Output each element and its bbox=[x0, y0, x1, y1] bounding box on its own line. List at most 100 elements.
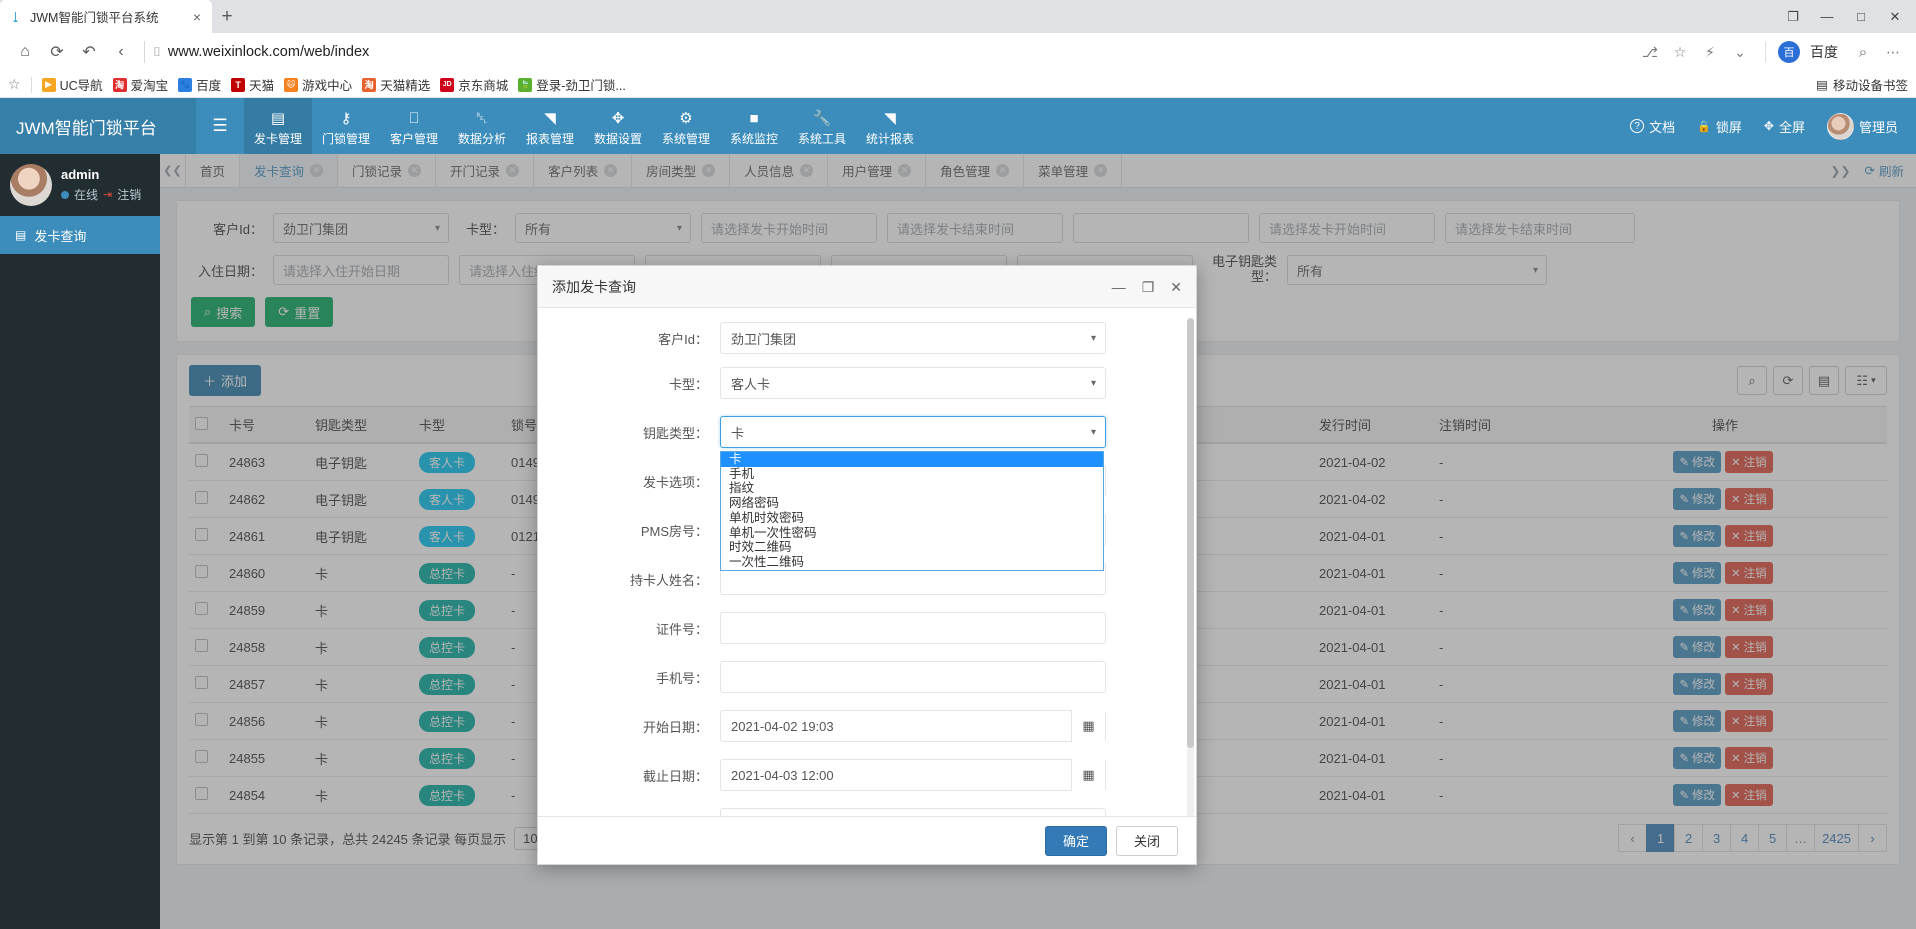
sidebar-status-label: 在线 bbox=[74, 188, 99, 202]
key-type-dropdown[interactable]: 卡 手机 指纹 网络密码 单机时效密码 单机一次性密码 时效二维码 一次性二维码 bbox=[720, 451, 1104, 571]
issue-option-label: 发卡选项： bbox=[642, 474, 708, 490]
dropdown-option-timed-qrcode[interactable]: 时效二维码 bbox=[721, 540, 1103, 555]
lock-icon: 🔒 bbox=[1697, 120, 1711, 133]
minimize-icon[interactable]: — bbox=[1112, 280, 1126, 294]
more-menu-icon[interactable]: ⋯ bbox=[1880, 39, 1906, 65]
close-icon[interactable]: × bbox=[190, 10, 204, 24]
docs-label: 文档 bbox=[1649, 119, 1676, 135]
bell-icon: ␇ bbox=[475, 109, 488, 127]
card-type-select[interactable]: 客人卡 bbox=[720, 367, 1106, 399]
bookmark-label: UC导航 bbox=[59, 79, 103, 93]
lock-screen-button[interactable]: 🔒 锁屏 bbox=[1697, 117, 1742, 136]
fullscreen-button[interactable]: ✥ 全屏 bbox=[1764, 117, 1805, 136]
dropdown-option-standalone-timed-password[interactable]: 单机时效密码 bbox=[721, 511, 1103, 526]
close-icon[interactable]: ✕ bbox=[1170, 280, 1182, 294]
topnav-item-customer-management[interactable]: ⎕ 客户管理 bbox=[380, 98, 448, 154]
bookmark-item[interactable]: T 天猫 bbox=[231, 75, 274, 94]
close-dialog-button[interactable]: 关闭 bbox=[1115, 825, 1178, 856]
sidebar-logout-label[interactable]: 注销 bbox=[117, 186, 141, 203]
search-engine-icon[interactable]: 百 bbox=[1778, 41, 1800, 63]
dialog-scrollbar-thumb[interactable] bbox=[1187, 318, 1194, 748]
dropdown-option-onetime-qrcode[interactable]: 一次性二维码 bbox=[721, 555, 1103, 570]
back-icon[interactable]: ‹ bbox=[106, 37, 136, 67]
bookmark-star-icon[interactable]: ☆ bbox=[1667, 39, 1693, 65]
sidebar-username: admin bbox=[61, 167, 100, 182]
topnav-item-lock-management[interactable]: ⚷ 门锁管理 bbox=[312, 98, 380, 154]
app-logo[interactable]: JWM智能门锁平台 bbox=[0, 98, 196, 154]
calendar-icon[interactable]: ▦ bbox=[1071, 759, 1105, 791]
end-date-input[interactable]: 2021-04-03 12:00 ▦ bbox=[720, 759, 1106, 791]
reload-icon[interactable]: ⟳ bbox=[42, 37, 72, 67]
bookmark-item[interactable]: JD 京东商城 bbox=[440, 75, 508, 94]
divider bbox=[144, 41, 145, 63]
start-date-input[interactable]: 2021-04-02 19:03 ▦ bbox=[720, 710, 1106, 742]
calendar-icon[interactable]: ▦ bbox=[1071, 710, 1105, 742]
search-icon[interactable]: ⌕ bbox=[1850, 39, 1876, 65]
dropdown-option-card[interactable]: 卡 bbox=[721, 452, 1103, 467]
topnav-item-statistics-report[interactable]: ◥ 统计报表 bbox=[856, 98, 924, 154]
bookmark-item[interactable]: 淘爱淘宝 bbox=[112, 75, 168, 94]
bookmark-label: 天猫 bbox=[249, 79, 275, 93]
maximize-icon[interactable]: □ bbox=[1844, 3, 1878, 31]
dialog-header-buttons: — ❐ ✕ bbox=[1112, 280, 1182, 294]
bookmark-item[interactable]: 🐱 游戏中心 bbox=[284, 75, 352, 94]
topnav-item-data-settings[interactable]: ✥ 数据设置 bbox=[584, 98, 652, 154]
restore-down-icon[interactable]: ❐ bbox=[1776, 3, 1810, 31]
dropdown-option-network-password[interactable]: 网络密码 bbox=[721, 496, 1103, 511]
screenshot-icon[interactable]: ⎇ bbox=[1637, 39, 1663, 65]
mobile-bookmarks-button[interactable]: ▤ 移动设备书签 bbox=[1816, 75, 1908, 94]
breakfast-count-label: 早餐数量： bbox=[538, 815, 720, 817]
phone-input[interactable] bbox=[720, 661, 1106, 693]
topnav-item-card-management[interactable]: ▤ 发卡管理 bbox=[244, 98, 312, 154]
bookmark-item[interactable]: 淘天猫精选 bbox=[362, 75, 430, 94]
maximize-icon[interactable]: ❐ bbox=[1142, 280, 1155, 294]
bookmark-item[interactable]: 🍃 登录-劲卫门锁... bbox=[518, 75, 626, 94]
browser-tab[interactable]: JWM智能门锁平台系统 × bbox=[0, 0, 212, 33]
address-bar-url: www.weixinlock.com/web/index bbox=[167, 44, 370, 60]
sidebar: admin 在线 ⇥ 注销 ▤ 发卡查询 bbox=[0, 154, 160, 929]
bookmark-item[interactable]: ▶ UC导航 bbox=[41, 75, 103, 94]
add-bookmark-icon[interactable]: ☆ bbox=[8, 76, 21, 93]
key-type-label: 钥匙类型： bbox=[642, 425, 708, 441]
gear-icon: ⚙ bbox=[679, 109, 693, 127]
lightning-icon[interactable]: ⚡ bbox=[1697, 39, 1723, 65]
arrows-icon: ✥ bbox=[611, 109, 625, 127]
chevron-down-icon[interactable]: ⌄ bbox=[1727, 39, 1753, 65]
topnav-item-system-monitor[interactable]: ■ 系统监控 bbox=[720, 98, 788, 154]
id-number-input[interactable] bbox=[720, 612, 1106, 644]
docs-button[interactable]: ? 文档 bbox=[1630, 117, 1675, 136]
breakfast-count-input[interactable]: 0 bbox=[720, 808, 1106, 816]
phone-label: 手机号： bbox=[655, 670, 708, 686]
dropdown-option-phone[interactable]: 手机 bbox=[721, 467, 1103, 482]
customer-id-select[interactable]: 劲卫门集团 bbox=[720, 322, 1106, 354]
address-bar[interactable]: ⌷ www.weixinlock.com/web/index bbox=[153, 44, 1635, 60]
topnav-item-data-analysis[interactable]: ␇ 数据分析 bbox=[448, 98, 516, 154]
user-menu[interactable]: 管理员 bbox=[1826, 112, 1898, 140]
monitor-icon: ⎕ bbox=[409, 109, 419, 127]
screen: JWM智能门锁平台系统 × + ❐ — □ ✕ ⌂ ⟳ ↶ ‹ ⌷ www.we… bbox=[0, 0, 1916, 929]
topnav-item-system-management[interactable]: ⚙ 系统管理 bbox=[652, 98, 720, 154]
key-type-select[interactable]: 卡 bbox=[720, 416, 1106, 448]
minimize-icon[interactable]: — bbox=[1810, 3, 1844, 31]
topnav-item-system-tools[interactable]: 🔧 系统工具 bbox=[788, 98, 856, 154]
topnav-label: 数据分析 bbox=[457, 131, 506, 146]
dropdown-option-standalone-onetime-password[interactable]: 单机一次性密码 bbox=[721, 525, 1103, 540]
sidebar-item-card-query[interactable]: ▤ 发卡查询 bbox=[0, 216, 160, 254]
home-icon[interactable]: ⌂ bbox=[10, 37, 40, 67]
topnav-label: 统计报表 bbox=[865, 131, 914, 146]
logout-icon[interactable]: ⇥ bbox=[103, 188, 112, 201]
topnav-item-report-management[interactable]: ◥ 报表管理 bbox=[516, 98, 584, 154]
topnav-label: 系统管理 bbox=[661, 131, 710, 146]
dropdown-option-fingerprint[interactable]: 指纹 bbox=[721, 481, 1103, 496]
sidebar-toggle-icon[interactable]: ☰ bbox=[196, 98, 244, 154]
address-bar-actions: ⎇ ☆ ⚡ ⌄ 百 百度 ⌕ ⋯ bbox=[1637, 39, 1906, 65]
topnav-label: 系统工具 bbox=[797, 131, 846, 146]
bookmark-label: 百度 bbox=[196, 79, 222, 93]
bookmark-label: 游戏中心 bbox=[302, 79, 353, 93]
fullscreen-label: 全屏 bbox=[1778, 119, 1805, 135]
confirm-button[interactable]: 确定 bbox=[1044, 825, 1107, 856]
new-tab-button[interactable]: + bbox=[212, 3, 242, 30]
close-window-icon[interactable]: ✕ bbox=[1878, 3, 1912, 31]
history-back-icon[interactable]: ↶ bbox=[74, 37, 104, 67]
bookmark-item[interactable]: 🐾 百度 bbox=[178, 75, 221, 94]
